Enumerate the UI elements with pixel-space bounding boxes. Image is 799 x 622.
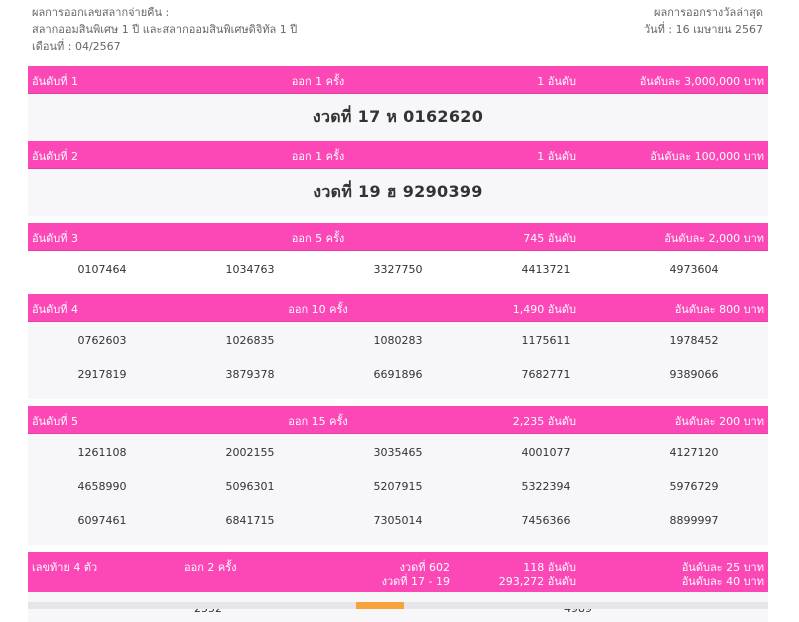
latest-result-date: วันที่ : 16 เมษายน 2567 xyxy=(643,23,763,36)
prize-amount: อันดับละ 100,000 บาท xyxy=(650,150,764,163)
prize-amount: อันดับละ 3,000,000 บาท xyxy=(639,75,764,88)
prize-number: 5207915 xyxy=(373,479,423,493)
prize-number: 1978452 xyxy=(669,333,719,347)
prize-number: 1261108 xyxy=(77,445,127,459)
header-month: เดือนที่ : 04/2567 xyxy=(32,40,121,53)
prize-draws: ออก 1 ครั้ง xyxy=(291,150,345,163)
prize-number: 4001077 xyxy=(521,445,571,459)
prize-number: 4658990 xyxy=(77,479,127,493)
prize-number: 0762603 xyxy=(77,333,127,347)
prize-count: 2,235 อันดับ xyxy=(512,415,576,428)
prize-number: 1080283 xyxy=(373,333,423,347)
table-row: 0762603 1026835 1080283 1175611 1978452 xyxy=(28,323,768,357)
prize-4-numbers: 0762603 1026835 1080283 1175611 1978452 … xyxy=(28,321,768,399)
strip-accent xyxy=(356,602,404,609)
prize-3-header: อันดับที่ 3 ออก 5 ครั้ง 745 อันดับ อันดั… xyxy=(28,223,768,250)
table-row: 2917819 3879378 6691896 7682771 9389066 xyxy=(28,357,768,391)
prize-number: 3879378 xyxy=(225,367,275,381)
prize-amount: อันดับละ 200 บาท xyxy=(674,415,764,428)
page-header-left: ผลการออกเลขสลากจ่ายคืน : สลากออมสินพิเศษ… xyxy=(32,4,297,55)
prize-number: 7305014 xyxy=(373,513,423,527)
prize-number: 7456366 xyxy=(521,513,571,527)
prize-number: 1034763 xyxy=(225,262,275,276)
prize-number: 1026835 xyxy=(225,333,275,347)
prize-number: 3327750 xyxy=(373,262,423,276)
last4-label: เลขท้าย 4 ตัว xyxy=(32,561,98,574)
latest-result-label: ผลการออกรางวัลล่าสุด xyxy=(654,6,763,19)
page-header-right: ผลการออกรางวัลล่าสุด วันที่ : 16 เมษายน … xyxy=(644,4,763,38)
prize-3-numbers: 0107464 1034763 3327750 4413721 4973604 xyxy=(28,250,768,294)
prize-number: 2002155 xyxy=(225,445,275,459)
prize-number: 8899997 xyxy=(669,513,719,527)
prize-number: 6691896 xyxy=(373,367,423,381)
prize-number: 5096301 xyxy=(225,479,275,493)
prize-number: 7682771 xyxy=(521,367,571,381)
header-title: ผลการออกเลขสลากจ่ายคืน : xyxy=(32,6,170,19)
prize-5-header: อันดับที่ 5 ออก 15 ครั้ง 2,235 อันดับ อั… xyxy=(28,406,768,433)
prize-4-header: อันดับที่ 4 ออก 10 ครั้ง 1,490 อันดับ อั… xyxy=(28,294,768,321)
prize-number: 2917819 xyxy=(77,367,127,381)
prize-draws: ออก 5 ครั้ง xyxy=(291,232,345,245)
prize-1-number: งวดที่ 17 ห 0162620 xyxy=(28,93,768,141)
prize-number: 3035465 xyxy=(373,445,423,459)
prize-number: 6841715 xyxy=(225,513,275,527)
prize-count: 745 อันดับ xyxy=(523,232,576,245)
table-row: 6097461 6841715 7305014 7456366 8899997 xyxy=(28,503,768,537)
prize-number: 4127120 xyxy=(669,445,719,459)
last4-header: เลขท้าย 4 ตัว ออก 2 ครั้ง งวดที่ 602 งวด… xyxy=(28,552,768,592)
prize-count: 1 อันดับ xyxy=(537,75,576,88)
table-row: 1261108 2002155 3035465 4001077 4127120 xyxy=(28,435,768,469)
last4-draws: ออก 2 ครั้ง xyxy=(184,561,237,574)
prize-number: 0107464 xyxy=(77,262,127,276)
prize-number: 5976729 xyxy=(669,479,719,493)
prize-2-header: อันดับที่ 2 ออก 1 ครั้ง 1 อันดับ อันดับล… xyxy=(28,141,768,168)
header-subtitle: สลากออมสินพิเศษ 1 ปี และสลากออมสินพิเศษด… xyxy=(32,23,298,36)
prize-number: 4973604 xyxy=(669,262,719,276)
prize-number: 9389066 xyxy=(669,367,719,381)
last4-count-2: 293,272 อันดับ xyxy=(498,575,576,588)
prize-amount: อันดับละ 2,000 บาท xyxy=(664,232,764,245)
table-row: 0107464 1034763 3327750 4413721 4973604 xyxy=(28,252,768,286)
last4-amount-2: อันดับละ 40 บาท xyxy=(681,575,764,588)
last4-period-2: งวดที่ 17 - 19 xyxy=(381,575,450,588)
prize-5-numbers: 1261108 2002155 3035465 4001077 4127120 … xyxy=(28,433,768,545)
prize-draws: ออก 1 ครั้ง xyxy=(291,75,345,88)
prize-number: 6097461 xyxy=(77,513,127,527)
table-row: 4658990 5096301 5207915 5322394 5976729 xyxy=(28,469,768,503)
prize-amount: อันดับละ 800 บาท xyxy=(674,303,764,316)
bottom-strip xyxy=(28,602,768,609)
prize-number: 5322394 xyxy=(521,479,571,493)
prize-2-number: งวดที่ 19 ฮ 9290399 xyxy=(28,168,768,216)
prize-count: 1,490 อันดับ xyxy=(512,303,576,316)
prize-count: 1 อันดับ xyxy=(537,150,576,163)
prize-1-header: อันดับที่ 1 ออก 1 ครั้ง 1 อันดับ อันดับล… xyxy=(28,66,768,93)
prize-number: 1175611 xyxy=(521,333,571,347)
prize-table: อันดับที่ 1 ออก 1 ครั้ง 1 อันดับ อันดับล… xyxy=(28,66,768,622)
prize-number: 4413721 xyxy=(521,262,571,276)
